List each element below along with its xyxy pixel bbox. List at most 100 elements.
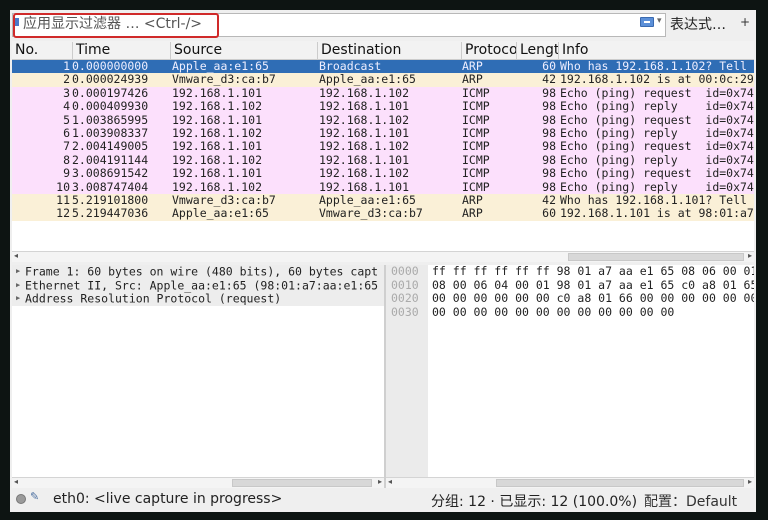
filter-placeholder[interactable]: 应用显示过滤器 … <Ctrl-/>	[23, 13, 202, 33]
cell-destination: 192.168.1.102	[319, 140, 410, 154]
tree-item-frame[interactable]: ▶ Frame 1: 60 bytes on wire (480 bits), 6…	[12, 265, 384, 279]
column-header-protocol[interactable]: Protoco	[461, 42, 516, 60]
cell-info: Echo (ping) reply id=0x74	[560, 126, 754, 140]
cell-destination: 192.168.1.102	[319, 86, 410, 100]
cell-no: 12	[56, 207, 70, 221]
cell-no: 7	[63, 140, 70, 154]
cell-info: Echo (ping) request id=0x74	[560, 140, 754, 154]
packet-row[interactable]: 7 2.004149005 192.168.1.101 192.168.1.102 IC…	[12, 140, 754, 154]
tree-item-arp[interactable]: ▶ Address Resolution Protocol (request)	[12, 292, 384, 306]
cell-info: Echo (ping) request id=0x74	[560, 86, 754, 100]
cell-info: Who has 192.168.1.102? Tell	[560, 60, 747, 73]
cell-length: 42	[542, 193, 556, 207]
cell-length: 98	[542, 180, 556, 194]
tree-item-ethernet[interactable]: ▶ Ethernet II, Src: Apple_aa:e1:65 (98:01…	[12, 278, 384, 293]
cell-no: 4	[63, 100, 70, 114]
details-hscrollbar[interactable]: ◂ ▸	[12, 477, 384, 488]
packet-row[interactable]: 1 0.000000000 Apple_aa:e1:65 Broadcast ARP 60…	[12, 60, 754, 74]
cell-destination: 192.168.1.101	[319, 126, 410, 140]
scrollbar-thumb[interactable]	[232, 479, 372, 487]
cell-protocol: ICMP	[462, 153, 490, 167]
capture-status-icon[interactable]	[16, 494, 26, 504]
column-header-info[interactable]: Info	[558, 42, 754, 60]
packet-row[interactable]: 5 1.003865995 192.168.1.101 192.168.1.102 IC…	[12, 113, 754, 127]
arrow-right-icon[interactable]	[640, 17, 654, 27]
column-header-time[interactable]: Time	[72, 42, 170, 60]
scroll-left-icon[interactable]: ◂	[14, 251, 18, 260]
packet-row[interactable]: 8 2.004191144 192.168.1.102 192.168.1.101 IC…	[12, 153, 754, 168]
cell-length: 98	[542, 86, 556, 100]
cell-time: 1.003865995	[72, 113, 149, 127]
cell-protocol: ARP	[462, 73, 483, 87]
cell-no: 8	[63, 153, 70, 167]
column-header-destination[interactable]: Destination	[317, 42, 461, 60]
packet-row[interactable]: 4 0.000409930 192.168.1.102 192.168.1.101 IC…	[12, 100, 754, 114]
cell-protocol: ARP	[462, 193, 483, 207]
packet-row[interactable]: 10 3.008747404 192.168.1.102 192.168.1.101 I…	[12, 180, 754, 194]
packet-row[interactable]: 6 1.003908337 192.168.1.102 192.168.1.101 IC…	[12, 126, 754, 141]
packet-row[interactable]: 11 5.219101800 Vmware_d3:ca:b7 Apple_aa:e1:…	[12, 193, 754, 208]
cell-protocol: ARP	[462, 207, 483, 221]
column-header-source[interactable]: Source	[170, 42, 317, 60]
packet-list-hscrollbar[interactable]: ◂ ▸	[12, 251, 754, 262]
cell-time: 2.004149005	[72, 140, 149, 154]
cell-time: 0.000024939	[72, 73, 149, 87]
hex-row: 0010 08 00 06 04 00 01 98 01 a7 aa e1 65 …	[391, 277, 754, 292]
packet-row[interactable]: 2 0.000024939 Vmware_d3:ca:b7 Apple_aa:e1:6…	[12, 73, 754, 87]
edit-comment-icon[interactable]: ✎	[30, 490, 39, 503]
cell-length: 98	[542, 126, 556, 140]
cell-protocol: ICMP	[462, 140, 490, 154]
bytes-hscrollbar[interactable]: ◂ ▸	[386, 477, 754, 488]
packet-row[interactable]: 3 0.000197426 192.168.1.101 192.168.1.102 IC…	[12, 86, 754, 101]
column-header-length[interactable]: Lengt	[516, 42, 558, 60]
cell-source: 192.168.1.102	[172, 100, 263, 114]
cell-length: 98	[542, 140, 556, 154]
cell-length: 98	[542, 153, 556, 167]
scroll-right-icon[interactable]: ▸	[748, 477, 752, 486]
cell-no: 10	[56, 180, 70, 194]
status-bar: ✎ eth0: <live capture in progress> 分组: 1…	[10, 488, 756, 512]
scrollbar-thumb[interactable]	[568, 253, 744, 261]
add-filter-button[interactable]: +	[740, 15, 750, 29]
profile-status[interactable]: 配置：Default	[644, 491, 737, 511]
cell-length: 60	[542, 60, 556, 73]
cell-destination: 192.168.1.102	[319, 167, 410, 181]
cell-time: 0.000409930	[72, 100, 149, 114]
packet-row[interactable]: 12 5.219447036 Apple_aa:e1:65 Vmware_d3:ca:…	[12, 207, 754, 221]
cell-time: 5.219101800	[72, 193, 149, 207]
cell-time: 2.004191144	[72, 153, 149, 167]
scroll-left-icon[interactable]: ◂	[14, 477, 18, 486]
expand-arrow-icon[interactable]: ▶	[16, 292, 25, 306]
cell-source: 192.168.1.101	[172, 140, 263, 154]
hex-row: 0030 00 00 00 00 00 00 00 00 00 00 00 00	[391, 304, 675, 319]
scroll-left-icon[interactable]: ◂	[388, 477, 392, 486]
cell-source: 192.168.1.101	[172, 167, 263, 181]
bookmark-icon[interactable]	[15, 18, 19, 26]
expression-button[interactable]: 表达式…	[670, 14, 726, 34]
packet-details-tree[interactable]: ▶ Frame 1: 60 bytes on wire (480 bits), 6…	[12, 265, 384, 488]
cell-destination: 192.168.1.101	[319, 180, 410, 194]
cell-protocol: ICMP	[462, 100, 490, 114]
capture-interface-status: eth0: <live capture in progress>	[53, 491, 283, 507]
scroll-right-icon[interactable]: ▸	[378, 477, 382, 486]
column-header-no[interactable]: No.	[12, 42, 72, 60]
cell-no: 1	[63, 60, 70, 73]
expand-arrow-icon[interactable]: ▶	[16, 265, 25, 279]
scroll-right-icon[interactable]: ▸	[748, 251, 752, 260]
cell-protocol: ICMP	[462, 180, 490, 194]
cell-info: Echo (ping) reply id=0x74	[560, 153, 754, 167]
cell-info: Echo (ping) request id=0x74	[560, 113, 754, 127]
cell-no: 9	[63, 167, 70, 181]
cell-time: 5.219447036	[72, 207, 149, 221]
cell-source: Vmware_d3:ca:b7	[172, 193, 276, 207]
cell-source: Vmware_d3:ca:b7	[172, 73, 276, 87]
expand-arrow-icon[interactable]: ▶	[16, 279, 25, 293]
chevron-down-icon[interactable]: ▾	[657, 16, 662, 26]
packet-bytes-pane[interactable]: 0000 ff ff ff ff ff ff 98 01 a7 aa e1 65 …	[386, 265, 754, 488]
packet-list[interactable]: No. Time Source Destination Protoco Leng…	[12, 41, 754, 251]
scrollbar-thumb[interactable]	[496, 479, 744, 487]
packet-row[interactable]: 9 3.008691542 192.168.1.101 192.168.1.102 IC…	[12, 167, 754, 181]
hex-row: 0000 ff ff ff ff ff ff 98 01 a7 aa e1 65 …	[391, 265, 754, 278]
cell-no: 6	[63, 126, 70, 140]
wireshark-window: 应用显示过滤器 … <Ctrl-/> ▾ 表达式… + No. Time Sou…	[10, 10, 756, 512]
